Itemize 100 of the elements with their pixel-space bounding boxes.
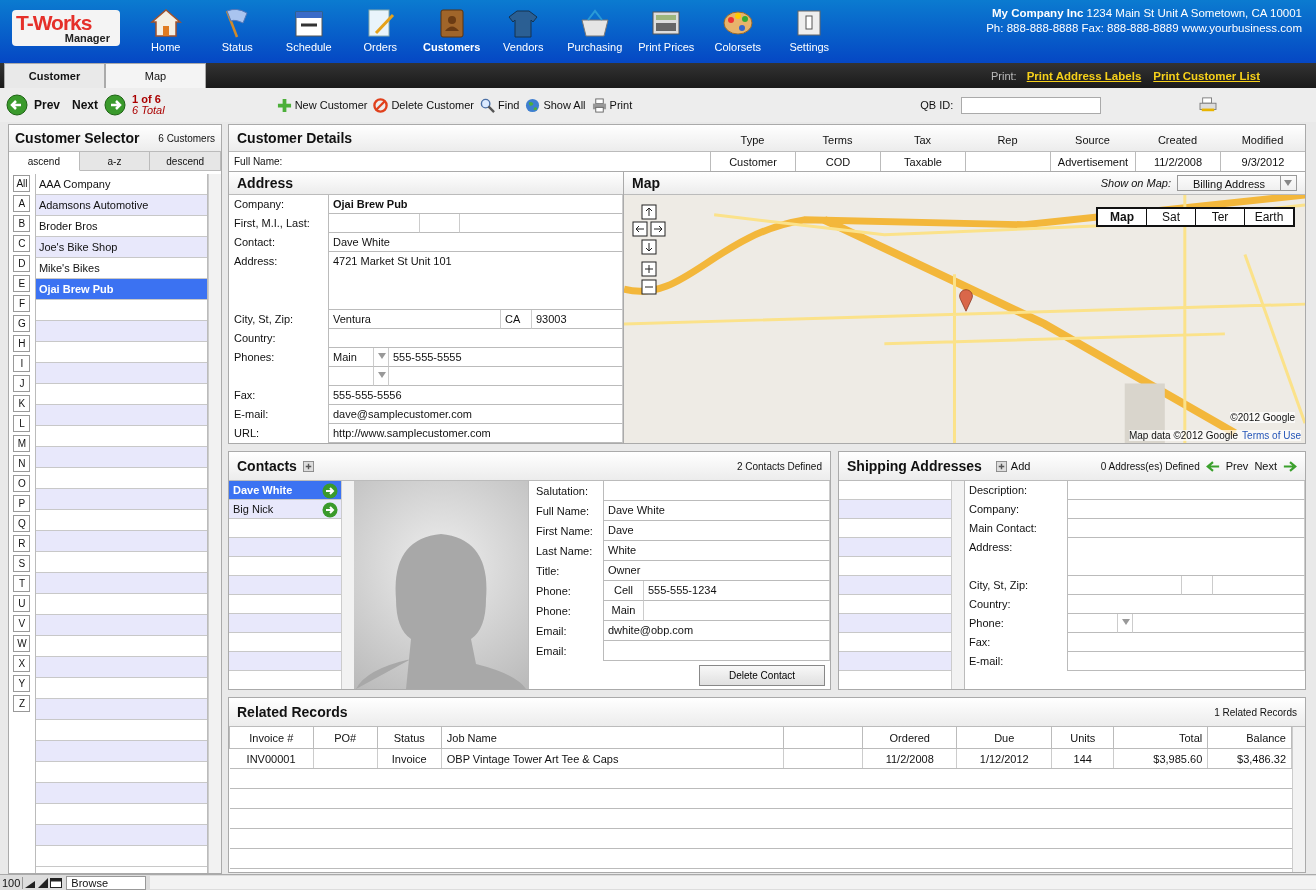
column-header[interactable]: Due <box>956 727 1052 749</box>
letter-filter-button[interactable]: J <box>13 375 31 392</box>
text-area[interactable] <box>1068 538 1305 576</box>
toolbar-action[interactable]: Find <box>479 97 520 113</box>
horizontal-scrollbar[interactable] <box>150 876 1316 889</box>
left-arrow-icon[interactable] <box>1205 460 1220 472</box>
zoom-in-icon[interactable] <box>37 877 50 888</box>
add-icon[interactable] <box>302 460 314 472</box>
text-field[interactable]: Dave White <box>604 501 830 521</box>
add-button[interactable]: Add <box>995 460 1031 472</box>
nav-item[interactable]: Customers <box>416 0 488 53</box>
nav-item[interactable]: Settings <box>773 0 845 53</box>
column-header[interactable]: Status <box>377 727 442 749</box>
dropdown[interactable]: Main <box>329 348 374 367</box>
tab[interactable]: Customer <box>4 63 105 88</box>
text-field[interactable]: 555-555-1234 <box>644 581 830 601</box>
text-field[interactable]: http://www.samplecustomer.com <box>329 424 623 443</box>
text-field[interactable]: dwhite@obp.com <box>604 621 830 641</box>
letter-filter-button[interactable]: M <box>13 435 31 452</box>
text-field[interactable] <box>1068 633 1305 652</box>
contact-list-item[interactable]: Dave White <box>229 481 341 500</box>
letter-filter-button[interactable]: K <box>13 395 31 412</box>
nav-item[interactable]: Status <box>201 0 273 53</box>
contact-list-item[interactable]: Big Nick <box>229 500 341 519</box>
prev-button[interactable]: Prev <box>34 98 61 112</box>
text-field[interactable] <box>1068 652 1305 671</box>
sort-tab[interactable]: descend <box>150 152 221 171</box>
customer-list-item[interactable]: Joe's Bike Shop <box>35 237 208 258</box>
sort-tab[interactable]: ascend <box>9 152 80 171</box>
text-field[interactable] <box>604 641 830 661</box>
map-placeholder[interactable]: Map Sat Ter Earth ©2012 Google Map data ©2012 Google Terms of Use <box>624 195 1305 443</box>
text-field[interactable] <box>460 214 623 233</box>
column-header[interactable]: Balance <box>1207 727 1292 749</box>
letter-filter-button[interactable]: S <box>13 555 31 572</box>
next-button[interactable]: Next <box>1254 460 1277 472</box>
print-link[interactable]: Print Customer List <box>1153 69 1260 82</box>
text-field[interactable] <box>1068 500 1305 519</box>
letter-filter-button[interactable]: W <box>13 635 31 652</box>
text-field[interactable] <box>420 214 460 233</box>
nav-item[interactable]: Print Prices <box>630 0 702 53</box>
caret-icon[interactable] <box>374 367 389 386</box>
prev-button[interactable]: Prev <box>1225 460 1249 472</box>
sort-tab[interactable]: a-z <box>79 152 151 171</box>
column-header[interactable] <box>783 727 863 749</box>
text-field[interactable]: dave@samplecustomer.com <box>329 405 623 424</box>
print-link[interactable]: Print Address Labels <box>1026 69 1142 82</box>
text-field[interactable] <box>1068 481 1305 500</box>
letter-filter-button[interactable]: N <box>13 455 31 472</box>
column-header[interactable]: Total <box>1113 727 1208 749</box>
letter-filter-button[interactable]: F <box>13 295 31 312</box>
customer-list-item[interactable]: Adamsons Automotive <box>35 195 208 216</box>
text-field[interactable]: CA <box>501 310 532 329</box>
text-field[interactable]: Owner <box>604 561 830 581</box>
letter-filter-button[interactable]: A <box>13 195 31 212</box>
nav-item[interactable]: Colorsets <box>702 0 774 53</box>
right-arrow-icon[interactable] <box>1283 460 1297 472</box>
text-field[interactable] <box>1068 595 1305 614</box>
column-header[interactable]: Units <box>1051 727 1114 749</box>
text-field[interactable]: 555-555-5555 <box>389 348 623 367</box>
terms-link[interactable]: Terms of Use <box>1242 430 1301 441</box>
next-button[interactable]: Next <box>72 98 99 112</box>
text-field[interactable] <box>1213 576 1305 595</box>
letter-filter-button[interactable]: T <box>13 575 31 592</box>
column-header[interactable]: Job Name <box>441 727 784 749</box>
text-field[interactable] <box>604 481 830 501</box>
letter-filter-button[interactable]: I <box>13 355 31 372</box>
caret-icon[interactable] <box>1118 614 1133 633</box>
column-header[interactable]: PO# <box>313 727 378 749</box>
text-field[interactable]: 93003 <box>532 310 623 329</box>
dropdown[interactable] <box>329 367 374 386</box>
scrollbar[interactable] <box>951 481 964 689</box>
scrollbar[interactable] <box>341 481 354 689</box>
dropdown[interactable] <box>1068 614 1118 633</box>
nav-item[interactable]: Orders <box>344 0 416 53</box>
window-icon[interactable] <box>50 877 63 888</box>
letter-filter-button[interactable]: Q <box>13 515 31 532</box>
show-on-map-dropdown[interactable]: Billing Address <box>1177 175 1281 191</box>
letter-filter-button[interactable]: B <box>13 215 31 232</box>
phone-type-field[interactable]: Main <box>604 601 644 621</box>
printer-icon[interactable] <box>1199 97 1218 113</box>
text-field[interactable]: Ventura <box>329 310 501 329</box>
map-type-button[interactable]: Ter <box>1195 209 1244 225</box>
text-field[interactable] <box>1068 519 1305 538</box>
map-type-button[interactable]: Earth <box>1244 209 1293 225</box>
toolbar-action[interactable]: Print <box>591 97 633 113</box>
delete-contact-button[interactable]: Delete Contact <box>699 665 825 686</box>
text-field[interactable] <box>1068 576 1182 595</box>
letter-filter-button[interactable]: G <box>13 315 31 332</box>
letter-filter-button[interactable]: All <box>13 175 31 192</box>
letter-filter-button[interactable]: U <box>13 595 31 612</box>
letter-filter-button[interactable]: Z <box>13 695 31 712</box>
letter-filter-button[interactable]: X <box>13 655 31 672</box>
qb-id-field[interactable] <box>961 96 1102 114</box>
letter-filter-button[interactable]: V <box>13 615 31 632</box>
letter-filter-button[interactable]: P <box>13 495 31 512</box>
tab[interactable]: Map <box>105 63 206 88</box>
map-pan-zoom-controls[interactable] <box>632 204 668 296</box>
text-field[interactable]: 555-555-5556 <box>329 386 623 405</box>
nav-item[interactable]: Home <box>130 0 202 53</box>
text-field[interactable]: Ojai Brew Pub <box>329 195 623 214</box>
